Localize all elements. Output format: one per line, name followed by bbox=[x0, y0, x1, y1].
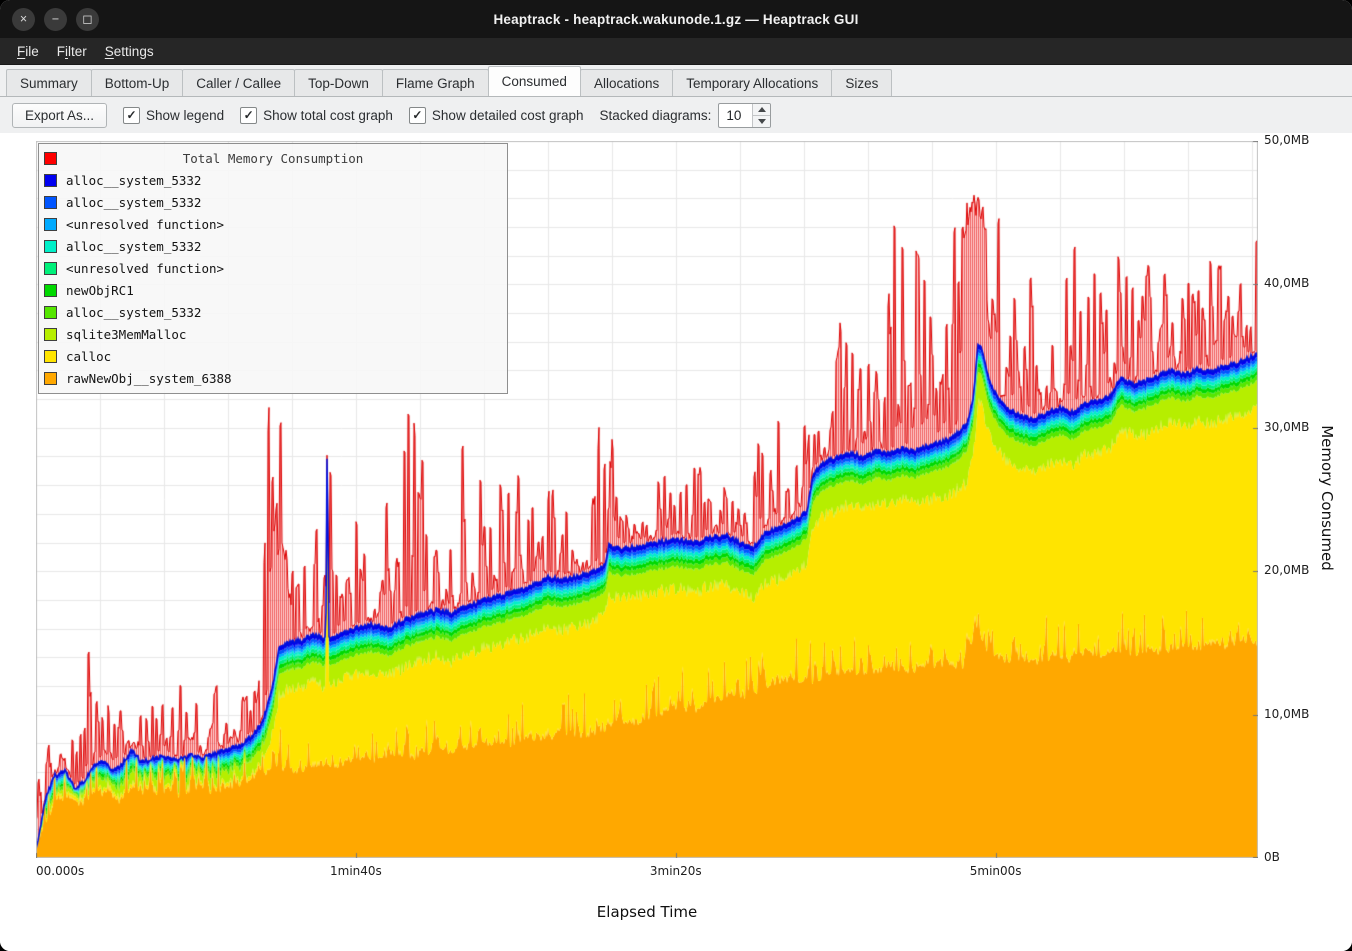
tab-sizes[interactable]: Sizes bbox=[831, 69, 892, 96]
y-tick-label: 0B bbox=[1264, 850, 1280, 864]
tab-summary[interactable]: Summary bbox=[6, 69, 92, 96]
y-tick-label: 20,0MB bbox=[1264, 563, 1309, 577]
toolbar-checkboxes: ✓ Show legend ✓ Show total cost graph ✓ Show … bbox=[123, 107, 584, 124]
legend-label: alloc__system_5332 bbox=[66, 305, 201, 320]
menu-filter[interactable]: Filter bbox=[48, 41, 96, 62]
y-tick-label: 10,0MB bbox=[1264, 707, 1309, 721]
x-tick-label: 3min20s bbox=[650, 864, 702, 878]
checkbox-label: Show total cost graph bbox=[263, 108, 393, 123]
y-tick-label: 50,0MB bbox=[1264, 133, 1309, 147]
legend-item: <unresolved function> bbox=[39, 213, 507, 235]
maximize-button[interactable]: ◻ bbox=[76, 8, 99, 31]
legend-label: newObjRC1 bbox=[66, 283, 134, 298]
plot-area: Total Memory Consumption alloc__system_5… bbox=[36, 141, 1258, 858]
y-axis-title: Memory Consumed bbox=[1318, 425, 1336, 571]
legend-label: rawNewObj__system_6388 bbox=[66, 371, 232, 386]
chart-panel: Total Memory Consumption alloc__system_5… bbox=[0, 133, 1352, 951]
legend-label: alloc__system_5332 bbox=[66, 195, 201, 210]
stacked-diagrams-value: 10 bbox=[719, 104, 752, 127]
menu-file[interactable]: File bbox=[8, 41, 48, 62]
legend-label: sqlite3MemMalloc bbox=[66, 327, 186, 342]
stacked-diagrams-spinbox[interactable]: 10 bbox=[718, 103, 771, 128]
chevron-up-icon bbox=[758, 107, 766, 112]
x-tick-label: 5min00s bbox=[970, 864, 1022, 878]
legend-swatch bbox=[44, 306, 57, 319]
legend-item: calloc bbox=[39, 345, 507, 367]
x-tick-label: 1min40s bbox=[330, 864, 382, 878]
legend-label: alloc__system_5332 bbox=[66, 239, 201, 254]
x-tick-label: 00.000s bbox=[36, 864, 84, 878]
checkbox-show-detailed-cost-graph[interactable]: ✓ Show detailed cost graph bbox=[409, 107, 584, 124]
checkbox-show-legend[interactable]: ✓ Show legend bbox=[123, 107, 224, 124]
legend-item: newObjRC1 bbox=[39, 279, 507, 301]
chevron-down-icon bbox=[758, 119, 766, 124]
legend-swatch bbox=[44, 174, 57, 187]
stacked-diagrams-control: Stacked diagrams: 10 bbox=[600, 103, 772, 128]
legend-swatch bbox=[44, 284, 57, 297]
legend-item: alloc__system_5332 bbox=[39, 235, 507, 257]
legend-title: Total Memory Consumption bbox=[39, 151, 507, 166]
window-controls: ×−◻ bbox=[12, 0, 99, 38]
legend-label: calloc bbox=[66, 349, 111, 364]
menu-settings[interactable]: Settings bbox=[96, 41, 163, 62]
legend-item: <unresolved function> bbox=[39, 257, 507, 279]
spinbox-buttons bbox=[752, 104, 770, 127]
x-axis-title: Elapsed Time bbox=[36, 903, 1258, 921]
y-tick-label: 40,0MB bbox=[1264, 276, 1309, 290]
tab-allocations[interactable]: Allocations bbox=[580, 69, 673, 96]
tab-top-down[interactable]: Top-Down bbox=[294, 69, 383, 96]
legend-item: sqlite3MemMalloc bbox=[39, 323, 507, 345]
y-tick-label: 30,0MB bbox=[1264, 420, 1309, 434]
heaptrack-window: ×−◻ Heaptrack - heaptrack.wakunode.1.gz … bbox=[0, 0, 1352, 951]
legend-label: <unresolved function> bbox=[66, 217, 224, 232]
tab-consumed[interactable]: Consumed bbox=[488, 66, 581, 96]
title-bar: ×−◻ Heaptrack - heaptrack.wakunode.1.gz … bbox=[0, 0, 1352, 38]
tab-bottom-up[interactable]: Bottom-Up bbox=[91, 69, 184, 96]
tab-bar: SummaryBottom-UpCaller / CalleeTop-DownF… bbox=[0, 65, 1352, 97]
legend-label: <unresolved function> bbox=[66, 261, 224, 276]
menu-bar: FileFilterSettings bbox=[0, 38, 1352, 65]
legend-item: alloc__system_5332 bbox=[39, 301, 507, 323]
checkbox-show-total-cost-graph[interactable]: ✓ Show total cost graph bbox=[240, 107, 393, 124]
legend-swatch bbox=[44, 350, 57, 363]
tab-flame-graph[interactable]: Flame Graph bbox=[382, 69, 489, 96]
checkbox-checked-icon: ✓ bbox=[240, 107, 257, 124]
legend-label: alloc__system_5332 bbox=[66, 173, 201, 188]
legend-items: alloc__system_5332 alloc__system_5332 <unr… bbox=[39, 169, 507, 389]
legend: Total Memory Consumption alloc__system_5… bbox=[38, 143, 508, 394]
checkbox-checked-icon: ✓ bbox=[409, 107, 426, 124]
spinbox-up-button[interactable] bbox=[753, 104, 770, 116]
window-title: Heaptrack - heaptrack.wakunode.1.gz — He… bbox=[493, 12, 858, 27]
spinbox-down-button[interactable] bbox=[753, 116, 770, 127]
legend-title-row: Total Memory Consumption bbox=[39, 147, 507, 169]
legend-swatch bbox=[44, 240, 57, 253]
legend-item: rawNewObj__system_6388 bbox=[39, 367, 507, 389]
legend-swatch bbox=[44, 218, 57, 231]
legend-total-swatch bbox=[44, 152, 57, 165]
tab-caller-callee[interactable]: Caller / Callee bbox=[182, 69, 295, 96]
minimize-button[interactable]: − bbox=[44, 8, 67, 31]
toolbar: Export As... ✓ Show legend ✓ Show total cos… bbox=[0, 97, 1352, 133]
tab-temporary-allocations[interactable]: Temporary Allocations bbox=[672, 69, 832, 96]
legend-swatch bbox=[44, 372, 57, 385]
checkbox-checked-icon: ✓ bbox=[123, 107, 140, 124]
stacked-diagrams-label: Stacked diagrams: bbox=[600, 108, 712, 123]
legend-swatch bbox=[44, 328, 57, 341]
export-as-button[interactable]: Export As... bbox=[12, 103, 107, 128]
legend-swatch bbox=[44, 262, 57, 275]
legend-item: alloc__system_5332 bbox=[39, 169, 507, 191]
legend-item: alloc__system_5332 bbox=[39, 191, 507, 213]
checkbox-label: Show detailed cost graph bbox=[432, 108, 584, 123]
legend-swatch bbox=[44, 196, 57, 209]
checkbox-label: Show legend bbox=[146, 108, 224, 123]
close-button[interactable]: × bbox=[12, 8, 35, 31]
